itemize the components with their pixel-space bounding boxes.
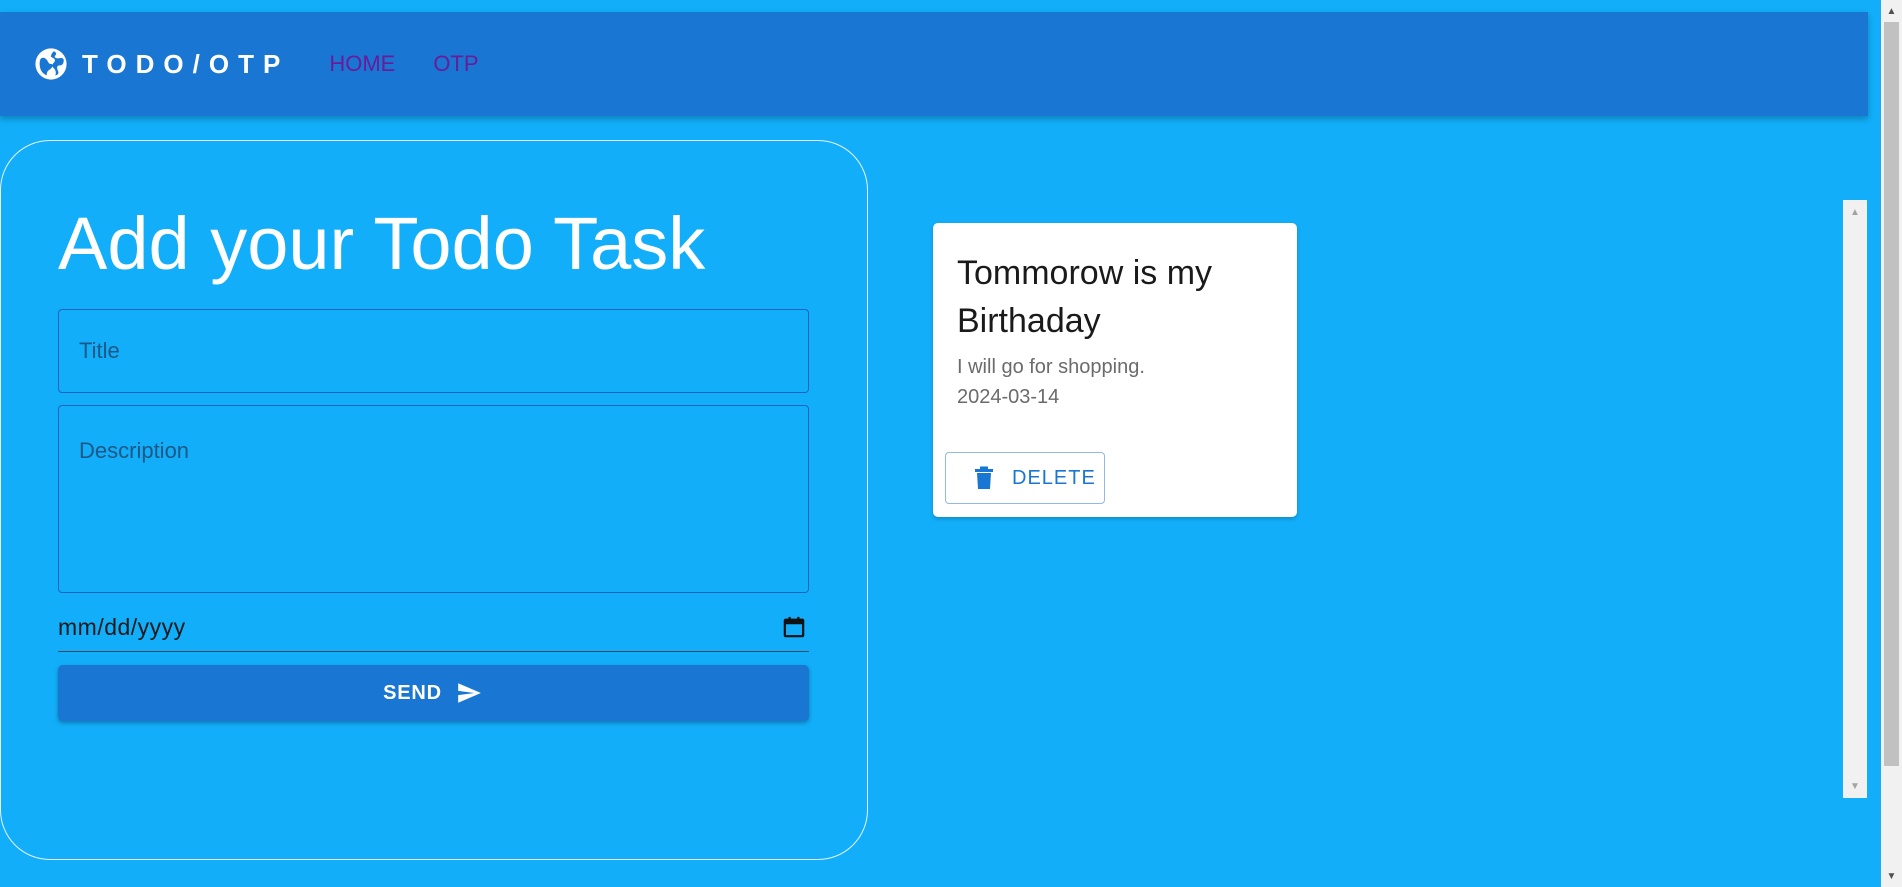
- delete-label: DELETE: [1012, 466, 1096, 489]
- form-heading: Add your Todo Task: [58, 202, 706, 285]
- globe-icon: [34, 47, 68, 81]
- todo-description: I will go for shopping.: [957, 356, 1145, 378]
- todo-date: 2024-03-14: [957, 386, 1060, 408]
- calendar-icon[interactable]: [783, 616, 805, 638]
- app-bar: TODO/OTP HOME OTP: [0, 12, 1868, 116]
- page-scrollbar-thumb[interactable]: [1884, 22, 1899, 766]
- title-field[interactable]: [58, 309, 809, 393]
- date-value: mm/dd/yyyy: [58, 613, 186, 640]
- page-scrollbar[interactable]: ▲ ▼: [1881, 0, 1902, 887]
- todo-card: Tommorow is my Birthaday I will go for s…: [933, 223, 1297, 517]
- send-button[interactable]: SEND: [58, 665, 809, 721]
- scroll-up-arrow-icon[interactable]: ▲: [1843, 202, 1867, 222]
- nav-otp-link[interactable]: OTP: [433, 51, 478, 77]
- title-input[interactable]: [59, 310, 808, 392]
- add-todo-form: Add your Todo Task mm/dd/yyyy SEND: [0, 140, 868, 860]
- brand[interactable]: TODO/OTP: [34, 47, 289, 81]
- nav-home-link[interactable]: HOME: [329, 51, 395, 77]
- send-label: SEND: [383, 681, 442, 704]
- date-input[interactable]: mm/dd/yyyy: [58, 603, 809, 652]
- send-icon: [454, 680, 484, 706]
- description-input[interactable]: [59, 406, 808, 592]
- todo-title: Tommorow is my Birthaday: [957, 254, 1213, 340]
- delete-button[interactable]: DELETE: [945, 452, 1105, 504]
- trash-icon: [974, 466, 994, 490]
- description-field[interactable]: [58, 405, 809, 593]
- todo-list-scrollbar[interactable]: ▲ ▼: [1843, 200, 1867, 798]
- scroll-down-arrow-icon[interactable]: ▼: [1843, 776, 1867, 796]
- page-scroll-down-icon[interactable]: ▼: [1881, 867, 1902, 885]
- page-scroll-up-icon[interactable]: ▲: [1881, 2, 1902, 20]
- brand-title: TODO/OTP: [82, 48, 290, 79]
